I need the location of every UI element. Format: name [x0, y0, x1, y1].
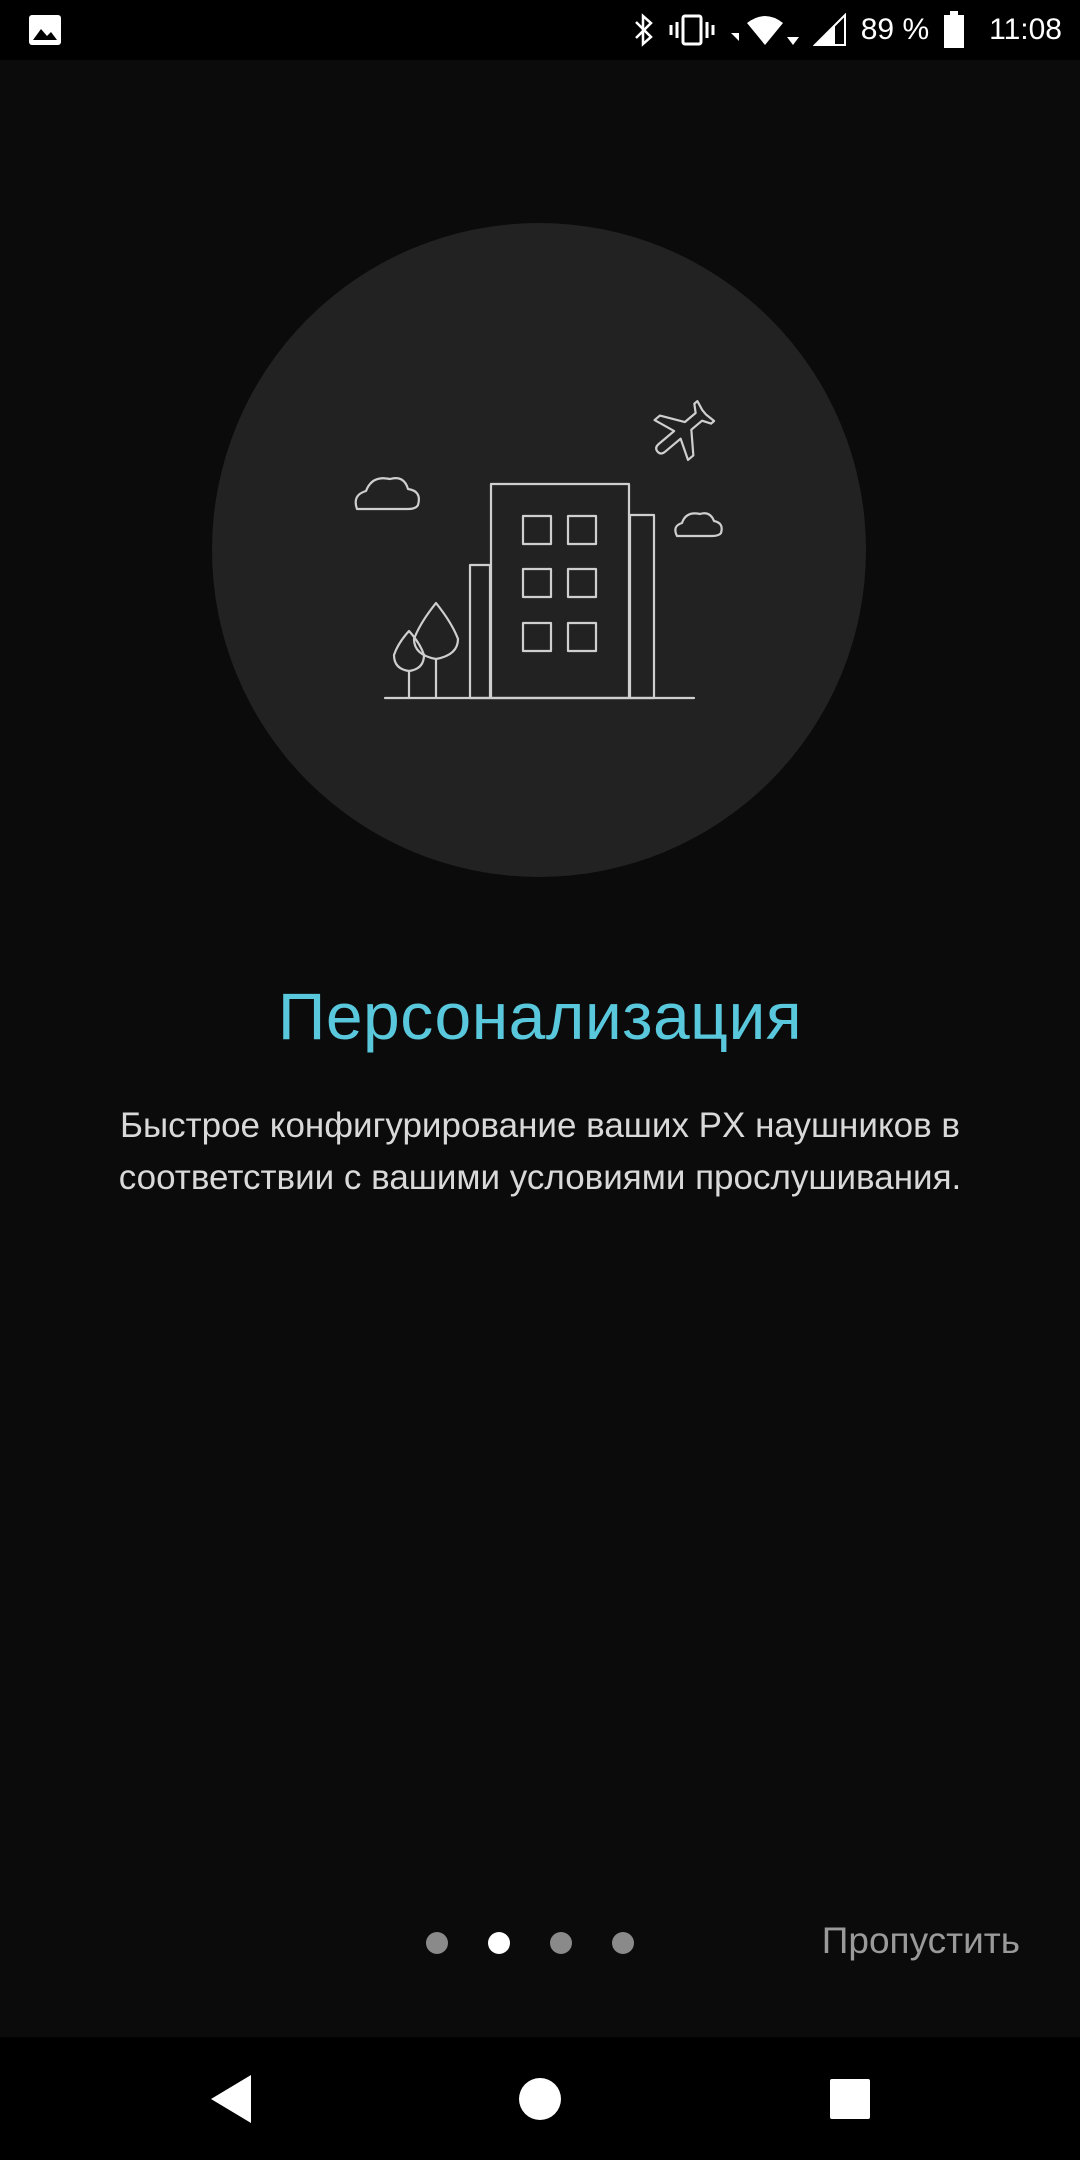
home-button[interactable] [480, 2037, 600, 2160]
cell-signal-icon [812, 13, 847, 47]
skip-button[interactable]: Пропустить [822, 1920, 1020, 1962]
status-bar: 89 % 11:08 [0, 0, 1080, 60]
city-building-icon [354, 400, 723, 700]
back-icon [211, 2074, 251, 2123]
recents-icon [830, 2078, 870, 2119]
recents-button[interactable] [790, 2037, 910, 2160]
page-dot[interactable] [612, 1932, 634, 1954]
page-dot[interactable] [426, 1932, 448, 1954]
home-icon [519, 2077, 561, 2120]
page-title: Персонализация [277, 979, 803, 1053]
navigation-bar [0, 2037, 1080, 2160]
battery-icon [943, 11, 965, 49]
page-dot-active[interactable] [488, 1932, 510, 1954]
page-indicator [426, 1932, 634, 1954]
vibrate-icon [669, 13, 715, 47]
clock: 11:08 [989, 13, 1062, 46]
wifi-icon [729, 13, 799, 47]
page-description: Быстрое конфигурирование ваших PX наушни… [118, 1106, 962, 1197]
onboarding-screen: 89 % 11:08 Персонализация Быстрое конфиг… [0, 0, 1080, 2160]
battery-percentage: 89 % [860, 13, 930, 46]
back-button[interactable] [170, 2037, 290, 2160]
city-illustration [212, 223, 866, 877]
page-dot[interactable] [550, 1932, 572, 1954]
status-icons: 89 % 11:08 [633, 0, 1062, 60]
bluetooth-icon [633, 13, 655, 47]
image-icon [28, 14, 62, 46]
